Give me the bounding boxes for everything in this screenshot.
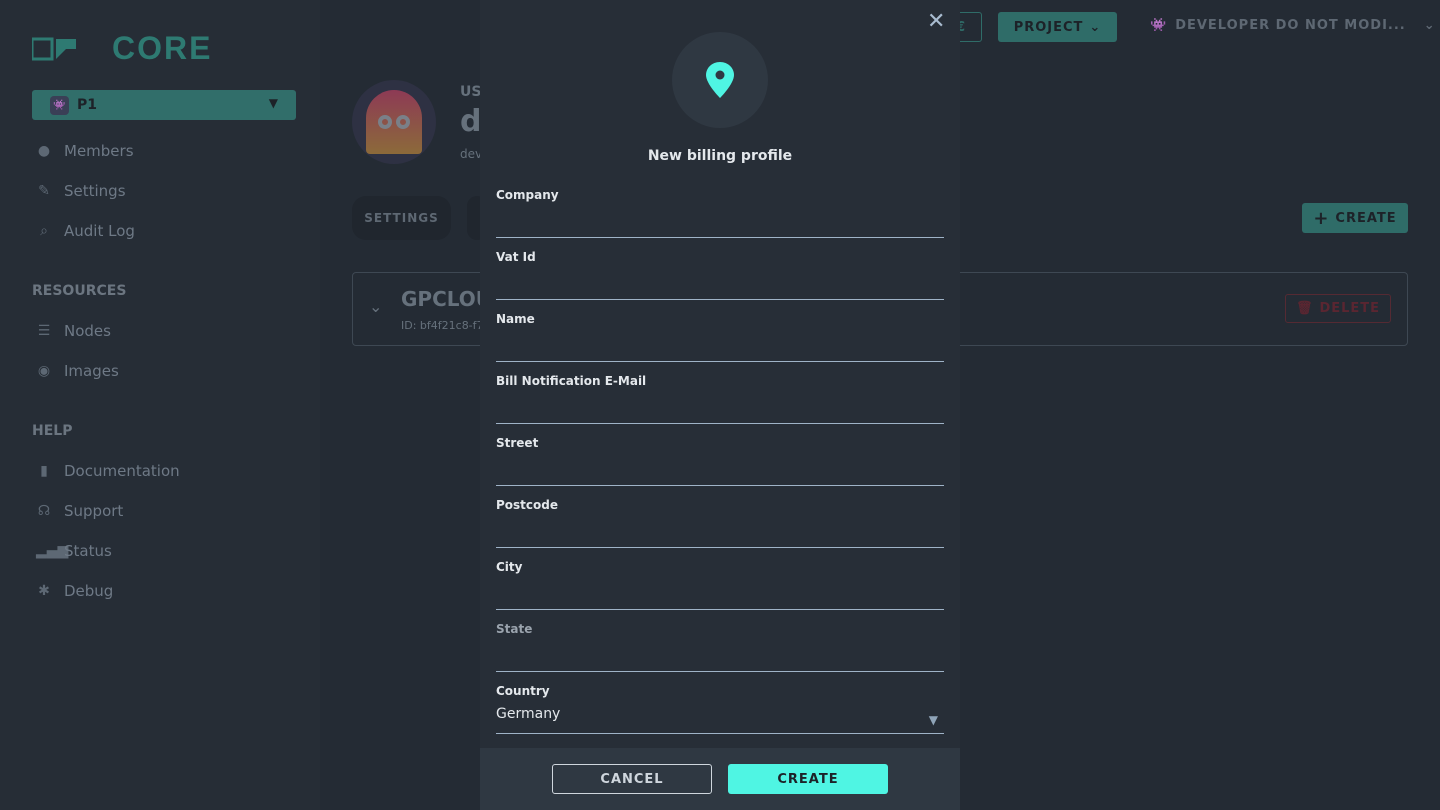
sidebar-item-audit-log[interactable]: ⌕ Audit Log	[36, 222, 135, 240]
map-pin-icon	[672, 32, 768, 128]
logo-text: CORE	[112, 30, 213, 66]
project-menu-button[interactable]: PROJECT ⌄	[998, 12, 1117, 42]
sidebar-item-label: Members	[64, 142, 134, 160]
bug-icon: ✱	[38, 583, 50, 599]
tab-settings[interactable]: SETTINGS	[352, 196, 451, 240]
headset-icon: ☊	[37, 503, 51, 519]
sidebar-item-nodes[interactable]: ☰ Nodes	[36, 322, 111, 340]
project-menu-label: PROJECT	[1013, 19, 1084, 35]
sidebar-item-label: Status	[64, 542, 112, 560]
plus-icon: +	[1313, 207, 1330, 229]
project-avatar: 👾	[50, 95, 69, 115]
server-icon: ☰	[37, 323, 51, 339]
sidebar-item-label: Images	[64, 362, 119, 380]
sidebar-item-label: Support	[64, 502, 124, 520]
vat-id-field[interactable]: Vat Id	[496, 250, 944, 300]
sidebar-item-documentation[interactable]: ▮ Documentation	[36, 462, 180, 480]
email-field[interactable]: Bill Notification E-Mail	[496, 374, 944, 424]
modal-footer: CANCEL CREATE	[480, 748, 960, 810]
wrench-icon: ✎	[38, 183, 50, 199]
sidebar-item-debug[interactable]: ✱ Debug	[36, 582, 113, 600]
field-label: State	[496, 622, 533, 636]
city-input[interactable]	[496, 574, 944, 602]
signal-icon: ▂▄▆	[36, 543, 69, 559]
sidebar-item-label: Settings	[64, 182, 126, 200]
company-input[interactable]	[496, 202, 944, 230]
card-id: ID: bf4f21c8-f7	[401, 319, 484, 332]
chevron-down-icon: ▼	[928, 713, 938, 727]
user-menu-label: DEVELOPER DO NOT MODI...	[1175, 18, 1406, 33]
field-label: Bill Notification E-Mail	[496, 374, 647, 388]
city-field[interactable]: City	[496, 560, 944, 610]
country-select[interactable]: Country Germany ▼	[496, 684, 944, 734]
field-label: Street	[496, 436, 539, 450]
state-field[interactable]: State	[496, 622, 944, 672]
book-icon: ▮	[40, 463, 48, 479]
state-input[interactable]	[496, 636, 944, 664]
disc-icon: ◉	[37, 363, 51, 379]
postcode-field[interactable]: Postcode	[496, 498, 944, 548]
sidebar-item-support[interactable]: ☊ Support	[36, 502, 124, 520]
field-label: Name	[496, 312, 535, 326]
billing-profile-modal: ✕ New billing profile Company Vat Id Nam…	[480, 0, 960, 810]
name-input[interactable]	[496, 326, 944, 354]
postcode-input[interactable]	[496, 512, 944, 540]
sidebar-item-label: Documentation	[64, 462, 180, 480]
delete-label: DELETE	[1319, 301, 1381, 316]
section-resources: RESOURCES	[32, 283, 127, 299]
vat-id-input[interactable]	[496, 264, 944, 292]
create-button[interactable]: + CREATE	[1302, 203, 1408, 233]
chevron-down-icon: ⌄	[1089, 19, 1102, 35]
avatar	[352, 80, 436, 164]
street-input[interactable]	[496, 450, 944, 478]
field-label: Vat Id	[496, 250, 536, 264]
chevron-down-icon: ⌄	[1423, 18, 1436, 33]
chevron-down-icon: ▼	[268, 96, 278, 110]
field-label: Country	[496, 684, 550, 698]
user-avatar: 👾	[1150, 18, 1168, 33]
company-field[interactable]: Company	[496, 188, 944, 238]
project-selector[interactable]: 👾 P1 ▼	[32, 90, 296, 120]
sidebar-item-images[interactable]: ◉ Images	[36, 362, 119, 380]
modal-title: New billing profile	[647, 148, 793, 164]
logo[interactable]: CORE	[32, 30, 212, 67]
sidebar-item-label: Debug	[64, 582, 114, 600]
sidebar-item-members[interactable]: ● Members	[36, 142, 134, 160]
sidebar-item-settings[interactable]: ✎ Settings	[36, 182, 126, 200]
search-icon: ⌕	[40, 223, 48, 239]
user-caption: US	[460, 84, 482, 100]
field-label: Postcode	[496, 498, 559, 512]
card-title: GPCLOU	[401, 287, 493, 311]
user-menu[interactable]: 👾 DEVELOPER DO NOT MODI... ⌄	[1150, 18, 1436, 33]
create-label: CREATE	[1335, 210, 1397, 226]
sidebar-item-label: Audit Log	[64, 222, 135, 240]
name-field[interactable]: Name	[496, 312, 944, 362]
sidebar-item-status[interactable]: ▂▄▆ Status	[36, 542, 112, 560]
user-name: d	[460, 104, 482, 139]
cancel-button[interactable]: CANCEL	[552, 764, 712, 794]
sidebar: CORE 👾 P1 ▼ ● Members ✎ Settings ⌕ Audit Lo…	[0, 0, 320, 810]
section-help: HELP	[32, 423, 73, 439]
street-field[interactable]: Street	[496, 436, 944, 486]
sidebar-item-label: Nodes	[64, 322, 111, 340]
country-value: Germany	[496, 706, 561, 722]
email-input[interactable]	[496, 388, 944, 416]
trash-icon: 🗑	[1295, 301, 1314, 316]
project-label: P1	[77, 97, 98, 113]
logo-mark-icon	[32, 37, 76, 60]
delete-button[interactable]: 🗑 DELETE	[1285, 294, 1391, 323]
field-label: City	[496, 560, 523, 574]
close-icon[interactable]: ✕	[927, 9, 945, 34]
user-sub: dev	[460, 147, 483, 161]
expand-chevron-icon[interactable]: ⌄	[369, 297, 382, 316]
field-label: Company	[496, 188, 559, 202]
user-icon: ●	[37, 143, 51, 159]
create-billing-profile-button[interactable]: CREATE	[728, 764, 888, 794]
